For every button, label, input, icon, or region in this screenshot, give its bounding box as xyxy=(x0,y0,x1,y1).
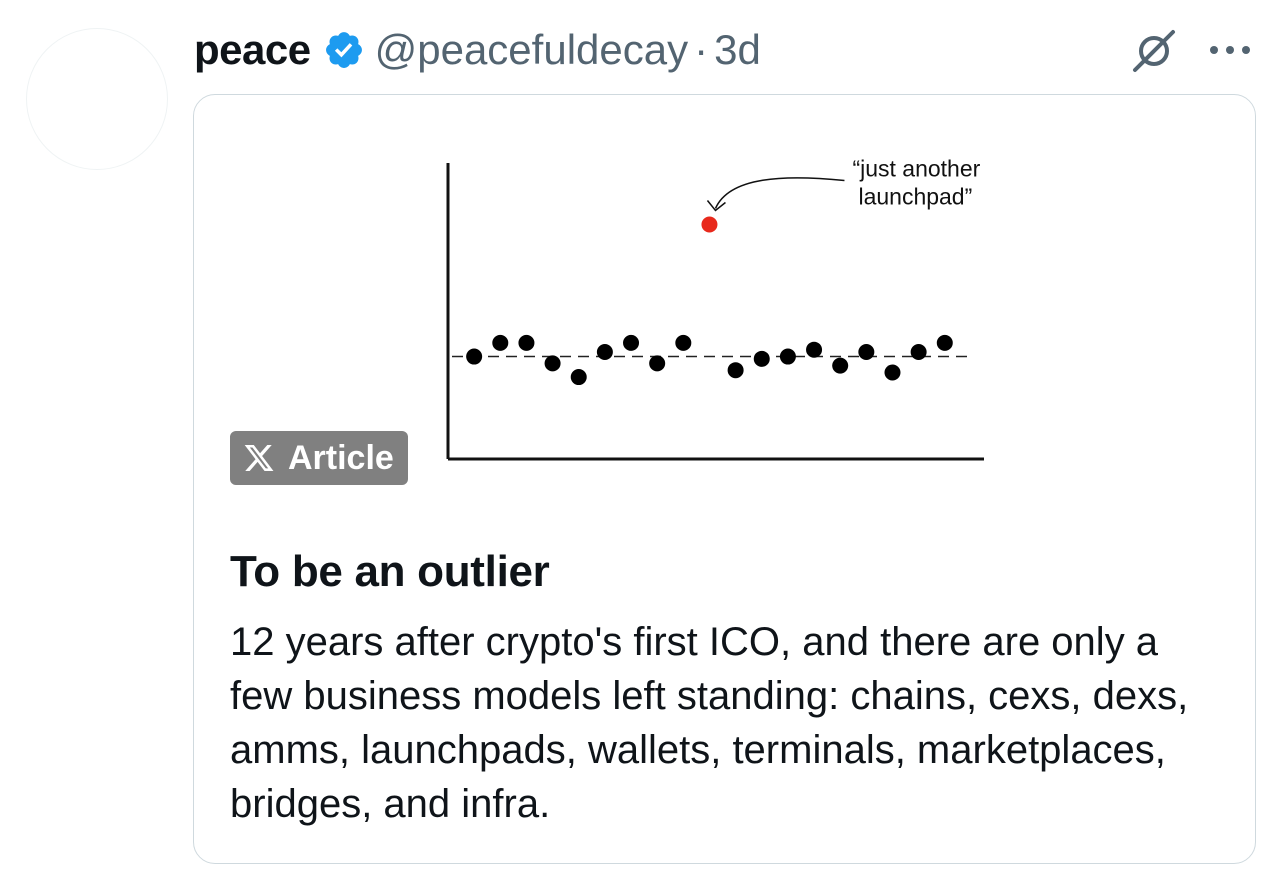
article-badge: Article xyxy=(230,431,408,485)
data-point xyxy=(544,355,561,372)
article-cover-image: “just another launchpad” Article xyxy=(194,95,1255,505)
data-point xyxy=(910,343,927,360)
data-point xyxy=(570,369,587,386)
data-point xyxy=(492,334,509,351)
data-point xyxy=(832,357,849,374)
avatar[interactable] xyxy=(26,28,168,170)
outlier-point xyxy=(701,216,718,233)
verified-badge-icon[interactable] xyxy=(323,29,365,71)
data-point xyxy=(675,334,692,351)
data-point xyxy=(649,355,666,372)
more-options-icon[interactable] xyxy=(1208,40,1252,60)
data-point xyxy=(806,341,823,358)
annotation-arrow xyxy=(714,177,845,209)
data-point xyxy=(466,348,483,365)
annotation-text: launchpad” xyxy=(858,183,972,209)
annotation-text: “just another xyxy=(852,155,980,181)
data-point xyxy=(623,334,640,351)
article-card[interactable]: “just another launchpad” Article To be an… xyxy=(193,94,1256,864)
display-name[interactable]: peace xyxy=(194,26,311,74)
header-actions xyxy=(1130,26,1252,74)
user-handle[interactable]: @peacefuldecay xyxy=(375,26,689,74)
data-point xyxy=(727,362,744,379)
data-point xyxy=(518,334,535,351)
separator-dot: · xyxy=(694,26,709,73)
data-point xyxy=(596,343,613,360)
data-point xyxy=(779,348,796,365)
grok-icon[interactable] xyxy=(1130,26,1178,74)
data-point xyxy=(884,364,901,381)
timestamp[interactable]: 3d xyxy=(714,26,761,74)
article-summary: 12 years after crypto's first ICO, and t… xyxy=(230,620,1189,826)
data-point xyxy=(753,350,770,367)
data-point xyxy=(858,343,875,360)
data-point xyxy=(936,334,953,351)
tweet-header: peace @peacefuldecay · 3d xyxy=(194,22,761,78)
x-logo-icon xyxy=(244,445,274,471)
article-badge-label: Article xyxy=(288,438,394,477)
article-title[interactable]: To be an outlier xyxy=(230,547,550,597)
